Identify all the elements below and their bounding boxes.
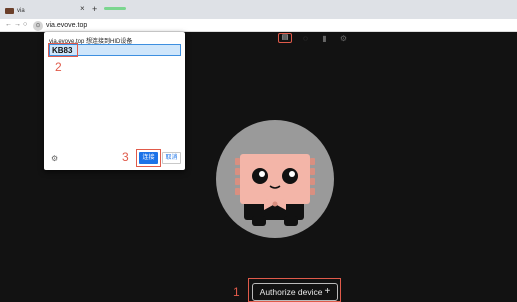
settings-icon[interactable]: ⚙: [338, 34, 349, 43]
browser-tab[interactable]: via: [5, 5, 25, 17]
via-favicon-icon: [5, 8, 14, 14]
tab-indicator: [104, 7, 126, 10]
browser-tabstrip: via × +: [0, 0, 517, 19]
mascot-face: [240, 154, 310, 204]
address-bar[interactable]: ⊙ via.evove.top: [33, 20, 87, 31]
dialog-settings-icon[interactable]: ⚙: [51, 155, 58, 163]
annotation-number-3: 3: [122, 150, 129, 164]
mascot-illustration: [216, 120, 334, 238]
cancel-button[interactable]: 取消: [162, 152, 181, 164]
url-text: via.evove.top: [46, 22, 88, 29]
browser-toolbar: ← → ○ ⊙ via.evove.top: [0, 19, 517, 32]
keyboard-icon[interactable]: ▤: [278, 33, 292, 43]
mascot-right-foot: [284, 216, 298, 226]
gear-outline-icon[interactable]: ◌: [300, 34, 311, 43]
mascot-left-foot: [252, 216, 266, 226]
mouse-icon[interactable]: ▮: [319, 34, 330, 43]
site-info-icon[interactable]: ⊙: [33, 20, 43, 31]
hid-permission-dialog: via.evove.top 想连接到HID设备 KB83 2 ⚙ 3 连接 取消: [44, 32, 185, 170]
back-button[interactable]: ←: [5, 20, 12, 30]
annotation-box-device: [48, 43, 78, 57]
annotation-number-1: 1: [233, 285, 240, 299]
tab-close-icon[interactable]: ×: [80, 4, 85, 14]
app-top-icons: ▤ ◌ ▮ ⚙: [278, 33, 349, 43]
annotation-number-2: 2: [55, 60, 62, 74]
new-tab-button[interactable]: +: [92, 4, 97, 14]
reload-button[interactable]: ○: [23, 20, 27, 30]
connect-button[interactable]: 连接: [139, 152, 158, 164]
annotation-box-authorize: [248, 278, 341, 302]
forward-button[interactable]: →: [14, 20, 21, 30]
tab-title: via: [17, 8, 25, 14]
